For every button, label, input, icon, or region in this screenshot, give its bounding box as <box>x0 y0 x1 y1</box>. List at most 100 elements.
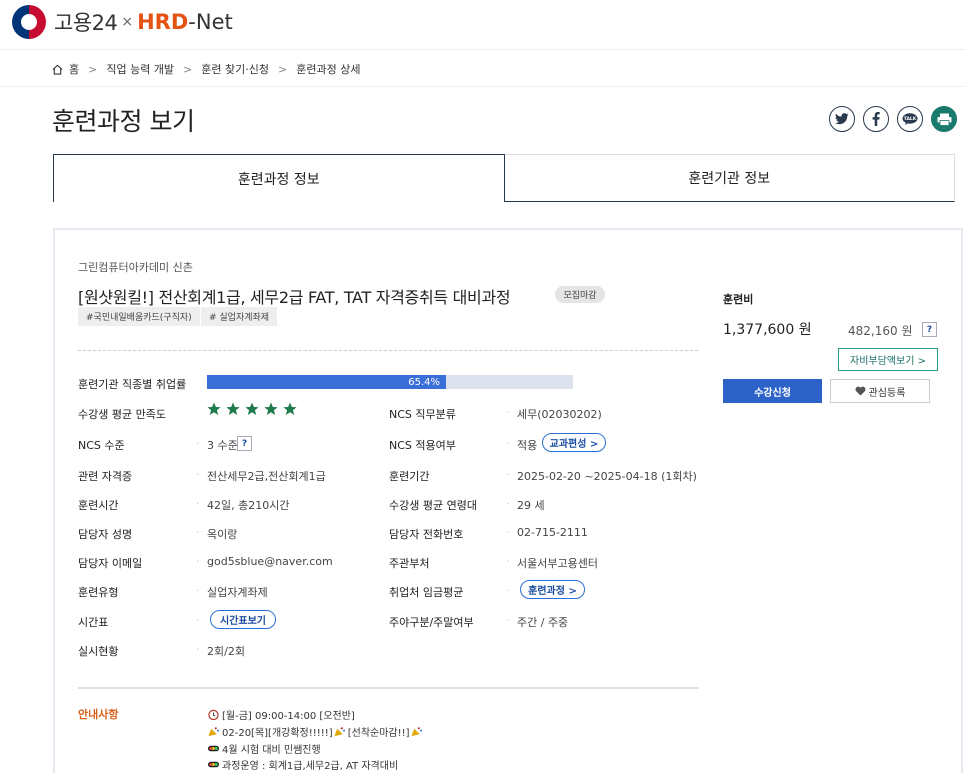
notice-line: 4월 시험 대비 민쌤진행 <box>207 741 321 756</box>
wishlist-button[interactable]: 관심등록 <box>830 379 930 403</box>
notice-line: [월-금] 09:00-14:00 [오전반] <box>207 707 355 722</box>
separator: · <box>196 584 200 597</box>
breadcrumb-divider <box>0 86 966 87</box>
apply-button[interactable]: 수강신청 <box>723 379 822 403</box>
breadcrumb: 홈 > 직업 능력 개발 > 훈련 찾기·신청 > 훈련과정 상세 <box>52 51 360 87</box>
separator: · <box>506 555 510 568</box>
period-label: 훈련기간 <box>389 470 430 483</box>
logo-hrd: HRD <box>137 10 189 34</box>
status-badge: 모집마감 <box>555 286 605 303</box>
breadcrumb-item-training-search[interactable]: 훈련 찾기·신청 <box>201 61 269 77</box>
separator: · <box>196 497 200 510</box>
satisfaction-stars <box>207 402 297 416</box>
breadcrumb-item-job-training[interactable]: 직업 능력 개발 <box>106 61 174 77</box>
star-icon <box>226 402 240 415</box>
print-icon[interactable] <box>931 106 957 132</box>
dept-value: 서울서부고용센터 <box>517 557 598 570</box>
hours-value: 42일, 총210시간 <box>207 499 290 512</box>
star-icon <box>245 402 259 415</box>
ncs-apply-label: NCS 적용여부 <box>389 439 456 452</box>
party-popper-icon <box>208 727 219 737</box>
separator: · <box>196 437 200 450</box>
logo-x: × <box>121 14 134 30</box>
ncs-level-help-icon[interactable]: ? <box>237 436 252 451</box>
timetable-button[interactable]: 시간표보기 <box>210 610 276 629</box>
separator: · <box>196 614 200 627</box>
employment-rate-label: 훈련기관 직종별 취업률 <box>78 378 187 391</box>
timetable-label: 시간표 <box>78 616 109 629</box>
wage-label: 취업처 임금평균 <box>389 586 464 599</box>
institution-name[interactable]: 그린컴퓨터아카데미 신촌 <box>78 259 193 275</box>
fee-total: 1,377,600 원 <box>723 322 812 338</box>
separator: · <box>506 468 510 481</box>
phone-value: 02-715-2111 <box>517 526 588 539</box>
ncs-class-value: 세무(02030202) <box>517 408 602 421</box>
chevron-right-icon: > <box>88 62 98 76</box>
page-title: 훈련과정 보기 <box>52 107 195 136</box>
period-value: 2025-02-20 ~2025-04-18 (1회차) <box>517 470 697 483</box>
government-emblem-icon <box>12 5 46 39</box>
logo-brand: 고용24 <box>54 11 118 35</box>
twitter-icon[interactable] <box>829 106 855 132</box>
cert-value: 전산세무2급,전산회계1급 <box>207 470 326 483</box>
wage-course-button[interactable]: 훈련과정 > <box>520 580 585 599</box>
separator: · <box>506 406 510 419</box>
party-popper-icon <box>334 727 345 737</box>
detail-tabs: 훈련과정 정보 훈련기관 정보 <box>53 154 955 202</box>
tab-institution-info-label: 훈련기관 정보 <box>688 171 771 187</box>
fee-label: 훈련비 <box>723 293 754 306</box>
breadcrumb-home[interactable]: 홈 <box>69 61 79 77</box>
notice-label: 안내사항 <box>78 708 119 721</box>
phone-label: 담당자 전화번호 <box>389 528 464 541</box>
tab-course-info-label: 훈련과정 정보 <box>237 171 320 188</box>
daynight-value: 주간 / 주중 <box>517 616 569 629</box>
age-label: 수강생 평균 연령대 <box>389 499 477 512</box>
age-value: 29 세 <box>517 499 545 512</box>
notice-text: [선착순마감!!] <box>347 728 410 739</box>
curriculum-button[interactable]: 교과편성 > <box>542 433 606 452</box>
self-pay-view-button[interactable]: 자비부담액보기 > <box>838 348 938 371</box>
hours-label: 훈련시간 <box>78 499 119 512</box>
alarm-clock-icon <box>208 709 219 720</box>
star-icon <box>264 402 278 415</box>
chevron-right-icon: > <box>183 62 193 76</box>
kakaotalk-icon[interactable]: TALK <box>897 106 923 132</box>
manager-value: 옥이랑 <box>207 528 238 541</box>
manager-label: 담당자 성명 <box>78 528 133 541</box>
tab-institution-info[interactable]: 훈련기관 정보 <box>504 154 955 202</box>
separator: · <box>506 526 510 539</box>
separator: · <box>196 555 200 568</box>
self-pay-help-icon[interactable]: ? <box>922 322 937 337</box>
wishlist-label: 관심등록 <box>868 387 906 399</box>
divider <box>78 687 699 689</box>
email-value: god5sblue@naver.com <box>207 555 333 568</box>
self-pay-amount: 482,160 원 <box>848 324 913 338</box>
traffic-light-icon <box>208 745 219 752</box>
facebook-icon[interactable] <box>863 106 889 132</box>
home-icon[interactable] <box>52 64 63 75</box>
heart-icon <box>855 386 866 396</box>
chevron-right-icon: > <box>278 62 288 76</box>
email-label: 담당자 이메일 <box>78 557 143 570</box>
employment-rate-value: 65.4% <box>408 376 440 388</box>
employment-rate-bar: 65.4% <box>207 375 573 389</box>
star-icon <box>283 402 297 415</box>
tag-unemployed-account: # 실업자계좌제 <box>201 307 278 326</box>
tab-course-info[interactable]: 훈련과정 정보 <box>53 154 505 202</box>
ncs-level-label: NCS 수준 <box>78 439 125 452</box>
ncs-class-label: NCS 직무분류 <box>389 408 456 421</box>
party-popper-icon <box>411 727 422 737</box>
notice-text: 4월 시험 대비 민쌤진행 <box>222 745 321 756</box>
site-logo[interactable]: 고용24 × HRD -Net <box>12 5 233 39</box>
tag-national-card: #국민내일배움카드(구직자) <box>78 307 200 326</box>
ncs-apply-value: 적용 <box>517 439 538 452</box>
notice-line: 과정운영 : 회계1급,세무2급, AT 자격대비 <box>207 757 398 772</box>
status-label: 실시현황 <box>78 645 119 658</box>
notice-text: 02-20[목][개강확정!!!!!] <box>222 728 333 739</box>
svg-text:TALK: TALK <box>904 116 917 122</box>
top-header: 고용24 × HRD -Net <box>0 0 966 50</box>
notice-text: [월-금] 09:00-14:00 [오전반] <box>222 711 355 722</box>
separator: · <box>506 437 510 450</box>
daynight-label: 주야구분/주말여부 <box>389 616 474 629</box>
status-value: 2회/2회 <box>207 645 245 658</box>
